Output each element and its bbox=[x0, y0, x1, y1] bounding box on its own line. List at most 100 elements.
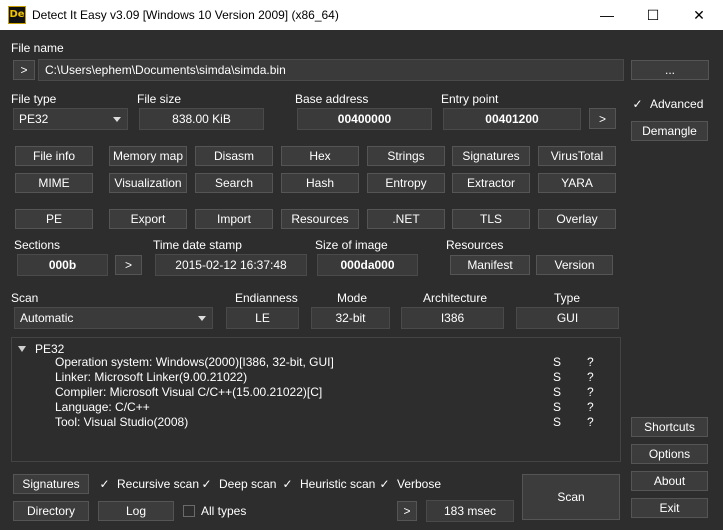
tool-mime-button[interactable]: MIME bbox=[15, 173, 93, 193]
options-button[interactable]: Options bbox=[631, 444, 708, 464]
checkbox-icon bbox=[183, 505, 195, 517]
result-row[interactable]: Compiler: Microsoft Visual C/C++(15.00.2… bbox=[55, 385, 322, 399]
tool-memory-map-button[interactable]: Memory map bbox=[109, 146, 187, 166]
recursive-scan-label: Recursive scan bbox=[117, 477, 200, 491]
tool-hash-button[interactable]: Hash bbox=[281, 173, 359, 193]
mode-field: 32-bit bbox=[311, 307, 390, 329]
shortcuts-button[interactable]: Shortcuts bbox=[631, 417, 708, 437]
result-row[interactable]: Language: C/C++ bbox=[55, 400, 150, 414]
result-signature-flag[interactable]: S bbox=[553, 370, 561, 384]
result-info-flag[interactable]: ? bbox=[587, 385, 594, 399]
type-field: GUI bbox=[516, 307, 619, 329]
pe-pe-button[interactable]: PE bbox=[15, 209, 93, 229]
heuristic-scan-checkbox[interactable]: ✓ Heuristic scan bbox=[281, 477, 375, 491]
pe-net-button[interactable]: .NET bbox=[367, 209, 445, 229]
maximize-button[interactable]: ☐ bbox=[630, 0, 676, 30]
result-row[interactable]: Linker: Microsoft Linker(9.00.21022) bbox=[55, 370, 247, 384]
file-type-value: PE32 bbox=[19, 112, 49, 126]
result-signature-flag[interactable]: S bbox=[553, 355, 561, 369]
close-button[interactable]: ✕ bbox=[676, 0, 722, 30]
endianness-field: LE bbox=[226, 307, 299, 329]
tool-signatures-button[interactable]: Signatures bbox=[452, 146, 530, 166]
directory-button[interactable]: Directory bbox=[13, 501, 89, 521]
result-signature-flag[interactable]: S bbox=[553, 415, 561, 429]
results-root-label: PE32 bbox=[35, 342, 65, 356]
recursive-scan-checkbox[interactable]: ✓ Recursive scan bbox=[98, 477, 199, 491]
signatures-bottom-button[interactable]: Signatures bbox=[13, 474, 89, 494]
entry-point-label: Entry point bbox=[441, 92, 499, 106]
expand-icon[interactable] bbox=[18, 346, 26, 352]
time-details-button[interactable]: > bbox=[397, 501, 417, 521]
result-info-flag[interactable]: ? bbox=[587, 355, 594, 369]
check-icon: ✓ bbox=[201, 477, 212, 491]
tool-strings-button[interactable]: Strings bbox=[367, 146, 445, 166]
file-name-label: File name bbox=[11, 41, 64, 55]
advanced-label: Advanced bbox=[650, 97, 704, 111]
result-row[interactable]: Operation system: Windows(2000)[I386, 32… bbox=[55, 355, 334, 369]
result-signature-flag[interactable]: S bbox=[553, 400, 561, 414]
scan-time-field: 183 msec bbox=[426, 500, 514, 522]
check-icon: ✓ bbox=[99, 477, 110, 491]
tool-extractor-button[interactable]: Extractor bbox=[452, 173, 530, 193]
verbose-label: Verbose bbox=[397, 477, 442, 491]
exit-button[interactable]: Exit bbox=[631, 498, 708, 518]
result-info-flag[interactable]: ? bbox=[587, 415, 594, 429]
chevron-down-icon bbox=[198, 316, 206, 321]
window-title: Detect It Easy v3.09 [Windows 10 Version… bbox=[32, 8, 339, 22]
tool-visualization-button[interactable]: Visualization bbox=[109, 173, 187, 193]
tool-virustotal-button[interactable]: VirusTotal bbox=[538, 146, 616, 166]
resources-label: Resources bbox=[446, 238, 504, 252]
version-button[interactable]: Version bbox=[536, 255, 613, 275]
all-types-label: All types bbox=[201, 504, 247, 518]
sections-button[interactable]: > bbox=[115, 255, 142, 275]
base-address-field: 00400000 bbox=[297, 108, 432, 130]
tool-yara-button[interactable]: YARA bbox=[538, 173, 616, 193]
heuristic-scan-label: Heuristic scan bbox=[300, 477, 376, 491]
verbose-checkbox[interactable]: ✓ Verbose bbox=[378, 477, 441, 491]
entry-point-button[interactable]: > bbox=[589, 108, 616, 129]
log-button[interactable]: Log bbox=[98, 501, 174, 521]
entry-point-field: 00401200 bbox=[443, 108, 581, 130]
timestamp-label: Time date stamp bbox=[153, 238, 242, 252]
mode-label: Mode bbox=[337, 291, 368, 305]
file-path-field[interactable]: C:\Users\ephem\Documents\simda\simda.bin bbox=[38, 59, 624, 81]
tool-search-button[interactable]: Search bbox=[195, 173, 273, 193]
pe-resources-button[interactable]: Resources bbox=[281, 209, 359, 229]
image-size-label: Size of image bbox=[315, 238, 388, 252]
advanced-checkbox[interactable]: ✓ Advanced bbox=[631, 97, 703, 111]
scan-button[interactable]: Scan bbox=[522, 474, 620, 520]
scan-label: Scan bbox=[11, 291, 39, 305]
file-history-button[interactable]: > bbox=[13, 60, 35, 80]
results-root[interactable]: PE32 bbox=[18, 342, 64, 356]
chevron-down-icon bbox=[113, 117, 121, 122]
browse-file-button[interactable]: ... bbox=[631, 60, 709, 80]
tool-file-info-button[interactable]: File info bbox=[15, 146, 93, 166]
results-tree[interactable]: PE32 Operation system: Windows(2000)[I38… bbox=[11, 337, 621, 462]
endianness-label: Endianness bbox=[235, 291, 298, 305]
architecture-field: I386 bbox=[401, 307, 504, 329]
deep-scan-checkbox[interactable]: ✓ Deep scan bbox=[200, 477, 276, 491]
tool-disasm-button[interactable]: Disasm bbox=[195, 146, 273, 166]
result-info-flag[interactable]: ? bbox=[587, 370, 594, 384]
tool-entropy-button[interactable]: Entropy bbox=[367, 173, 445, 193]
pe-tls-button[interactable]: TLS bbox=[452, 209, 530, 229]
scan-mode-select[interactable]: Automatic bbox=[14, 307, 213, 329]
all-types-checkbox[interactable]: All types bbox=[183, 504, 246, 518]
demangle-button[interactable]: Demangle bbox=[631, 121, 708, 141]
type-label: Type bbox=[554, 291, 581, 305]
image-size-field: 000da000 bbox=[317, 254, 418, 276]
manifest-button[interactable]: Manifest bbox=[450, 255, 530, 275]
result-row[interactable]: Tool: Visual Studio(2008) bbox=[55, 415, 188, 429]
pe-import-button[interactable]: Import bbox=[195, 209, 273, 229]
result-info-flag[interactable]: ? bbox=[587, 400, 594, 414]
minimize-button[interactable]: — bbox=[584, 0, 630, 30]
base-address-label: Base address bbox=[295, 92, 369, 106]
pe-export-button[interactable]: Export bbox=[109, 209, 187, 229]
check-icon: ✓ bbox=[282, 477, 293, 491]
file-type-select[interactable]: PE32 bbox=[13, 108, 128, 130]
pe-overlay-button[interactable]: Overlay bbox=[538, 209, 616, 229]
about-button[interactable]: About bbox=[631, 471, 708, 491]
file-size-field: 838.00 KiB bbox=[139, 108, 264, 130]
result-signature-flag[interactable]: S bbox=[553, 385, 561, 399]
tool-hex-button[interactable]: Hex bbox=[281, 146, 359, 166]
